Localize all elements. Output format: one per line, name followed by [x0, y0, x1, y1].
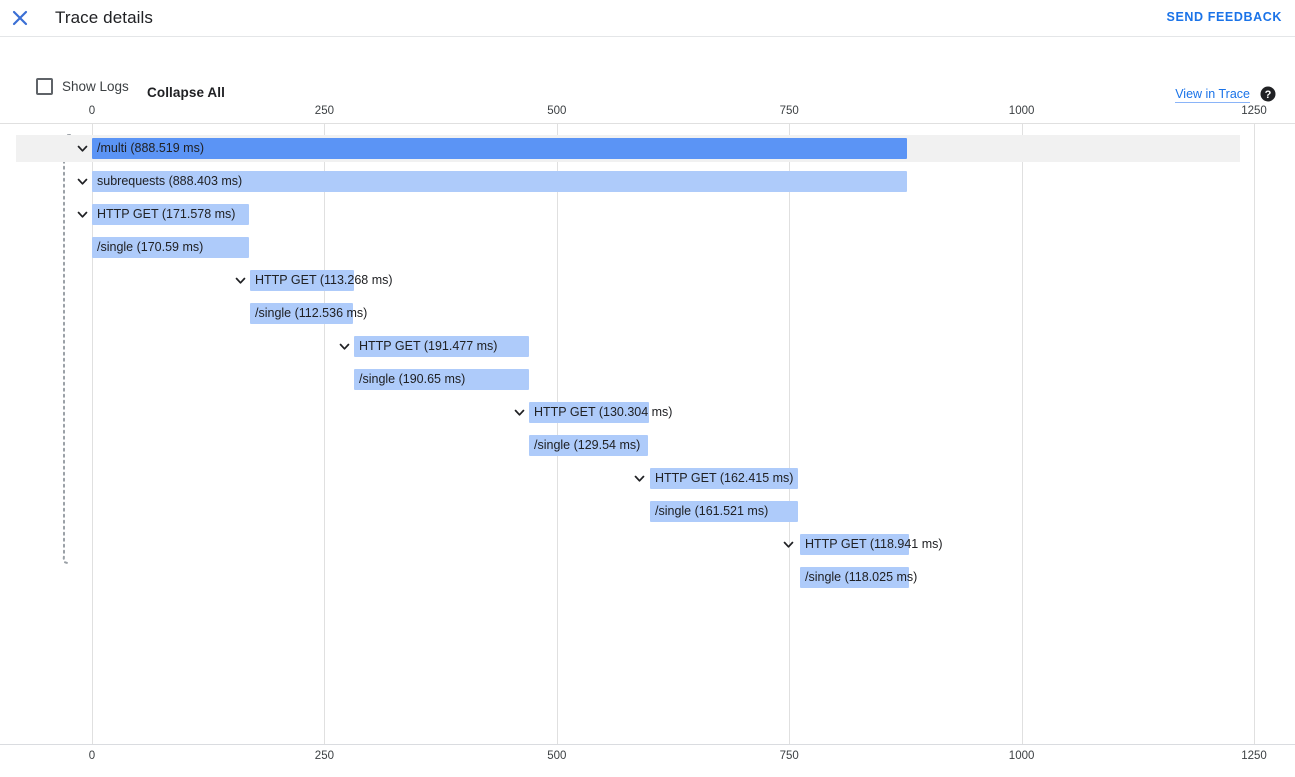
span-row[interactable]: HTTP GET (191.477 ms) — [0, 333, 1295, 360]
span-row[interactable]: /single (129.54 ms) — [0, 432, 1295, 459]
axis-tick-label-bottom: 1000 — [1008, 750, 1035, 762]
span-bar[interactable] — [800, 534, 909, 555]
trace-waterfall: 0 250 500 750 1000 1250 /multi (888.519 ms) su… — [0, 99, 1295, 777]
span-row[interactable]: HTTP GET (162.415 ms) — [0, 465, 1295, 492]
span-bar[interactable] — [354, 336, 529, 357]
axis-bottom: 0 250 500 750 1000 1250 — [0, 750, 1295, 766]
close-icon[interactable] — [9, 7, 31, 29]
span-bar[interactable] — [92, 204, 249, 225]
chevron-down-icon[interactable] — [337, 339, 352, 354]
toolbar: Show Logs Collapse All View in Trace ? — [0, 37, 1295, 103]
show-logs-toggle[interactable]: Show Logs — [36, 78, 129, 95]
chevron-down-icon[interactable] — [75, 141, 90, 156]
span-row[interactable]: HTTP GET (113.268 ms) — [0, 267, 1295, 294]
show-logs-checkbox[interactable] — [36, 78, 53, 95]
span-row[interactable]: /single (112.536 ms) — [0, 300, 1295, 327]
axis-tick-label-bottom: 750 — [779, 750, 799, 762]
span-row[interactable]: /single (118.025 ms) — [0, 564, 1295, 591]
chevron-down-icon[interactable] — [75, 174, 90, 189]
collapse-all-button[interactable]: Collapse All — [147, 85, 225, 100]
span-bar[interactable] — [92, 237, 249, 258]
axis-tick-label-bottom: 250 — [314, 750, 334, 762]
span-bar[interactable] — [92, 171, 907, 192]
span-bar[interactable] — [92, 138, 907, 159]
span-bar[interactable] — [529, 435, 648, 456]
span-bar[interactable] — [650, 501, 798, 522]
span-row[interactable]: subrequests (888.403 ms) — [0, 168, 1295, 195]
span-bar[interactable] — [800, 567, 909, 588]
span-row[interactable]: HTTP GET (118.941 ms) — [0, 531, 1295, 558]
send-feedback-button[interactable]: SEND FEEDBACK — [1167, 10, 1282, 24]
axis-tick-label-top: 1000 — [1008, 105, 1035, 117]
show-logs-label: Show Logs — [62, 79, 129, 94]
axis-tick-label-top: 250 — [314, 105, 334, 117]
chevron-down-icon[interactable] — [512, 405, 527, 420]
span-bar[interactable] — [250, 270, 354, 291]
span-bar[interactable] — [354, 369, 529, 390]
axis-tick-label-top: 500 — [547, 105, 567, 117]
chevron-down-icon[interactable] — [781, 537, 796, 552]
span-row[interactable]: HTTP GET (130.304 ms) — [0, 399, 1295, 426]
chevron-down-icon[interactable] — [233, 273, 248, 288]
span-row[interactable]: /single (170.59 ms) — [0, 234, 1295, 261]
axis-tick-label-bottom: 0 — [88, 750, 96, 762]
axis-top: 0 250 500 750 1000 1250 — [0, 105, 1295, 121]
chevron-down-icon[interactable] — [632, 471, 647, 486]
chevron-down-icon[interactable] — [75, 207, 90, 222]
page-title: Trace details — [55, 8, 153, 27]
axis-tick-label-top: 0 — [88, 105, 96, 117]
axis-tick-label-bottom: 1250 — [1241, 750, 1267, 762]
span-bar[interactable] — [250, 303, 353, 324]
span-rows: /multi (888.519 ms) subrequests (888.403 … — [0, 123, 1295, 744]
axis-tick-label-top: 750 — [779, 105, 799, 117]
span-row[interactable]: /single (161.521 ms) — [0, 498, 1295, 525]
axis-tick-label-bottom: 500 — [547, 750, 567, 762]
span-row[interactable]: /multi (888.519 ms) — [0, 135, 1295, 162]
span-row[interactable]: HTTP GET (171.578 ms) — [0, 201, 1295, 228]
axis-tick-label-top: 1250 — [1241, 105, 1267, 117]
span-row[interactable]: /single (190.65 ms) — [0, 366, 1295, 393]
span-bar[interactable] — [650, 468, 798, 489]
app-header: Trace details SEND FEEDBACK — [0, 0, 1295, 37]
span-bar[interactable] — [529, 402, 649, 423]
axis-bottom-line — [0, 744, 1295, 745]
